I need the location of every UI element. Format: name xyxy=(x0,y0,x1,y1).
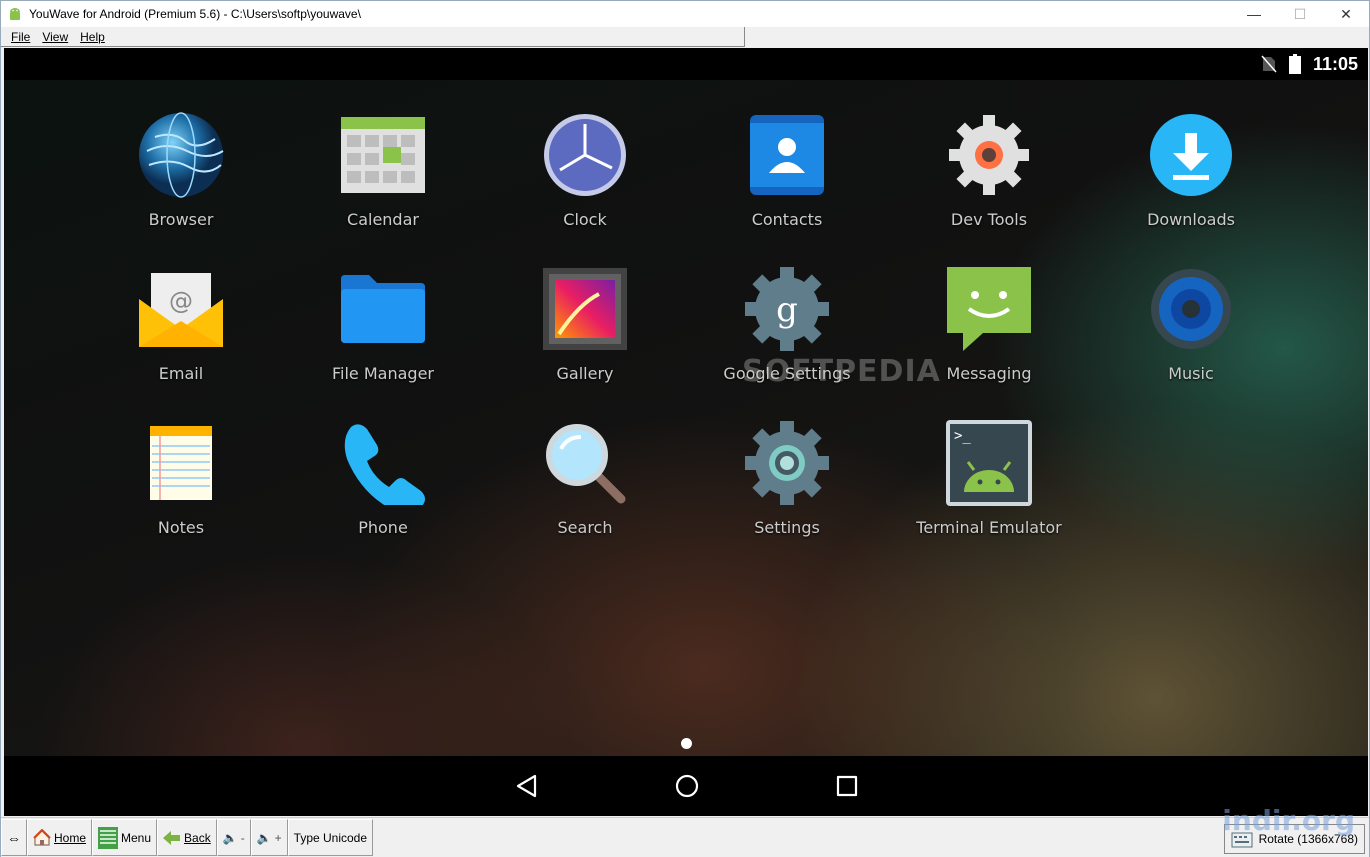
volume-up-label: + xyxy=(274,830,282,845)
google-gear-icon: g xyxy=(745,267,829,351)
app-label: Clock xyxy=(563,210,607,229)
calendar-icon xyxy=(341,117,425,193)
menu-label: Menu xyxy=(121,830,152,845)
type-unicode-label: Type Unicode xyxy=(293,830,368,845)
page-indicator xyxy=(681,738,692,749)
magnifier-icon xyxy=(546,424,626,504)
app-label: Settings xyxy=(754,518,820,537)
contacts-icon xyxy=(750,115,824,195)
resize-arrows-icon: ⇔ xyxy=(7,829,21,846)
notepad-icon xyxy=(150,426,212,500)
clock-icon xyxy=(544,114,626,196)
maximize-button[interactable]: ☐ xyxy=(1277,1,1323,27)
svg-text:g: g xyxy=(776,290,798,330)
volume-down-button[interactable]: 🔈 - xyxy=(216,819,251,856)
volume-up-button[interactable]: 🔈 + xyxy=(250,819,288,856)
app-gallery[interactable]: Gallery xyxy=(484,262,686,412)
nav-back-button[interactable] xyxy=(511,770,543,802)
speaker-icon: 🔈 xyxy=(222,830,238,845)
app-label: Phone xyxy=(358,518,408,537)
phone-icon xyxy=(344,424,425,505)
picture-icon xyxy=(543,268,627,350)
app-terminal-emulator[interactable]: >_ Terminal Emulator xyxy=(888,416,1090,566)
app-window: YouWave for Android (Premium 5.6) - C:\U… xyxy=(0,0,1370,857)
app-email[interactable]: @ Email xyxy=(80,262,282,412)
nav-recents-button[interactable] xyxy=(831,770,863,802)
recents-square-icon xyxy=(836,775,858,797)
house-icon xyxy=(33,828,51,846)
back-triangle-icon xyxy=(516,774,537,798)
app-search[interactable]: Search xyxy=(484,416,686,566)
app-notes[interactable]: Notes xyxy=(80,416,282,566)
app-calendar[interactable]: Calendar xyxy=(282,108,484,258)
app-label: Contacts xyxy=(751,210,823,229)
battery-icon xyxy=(1288,54,1301,74)
app-label: Gallery xyxy=(556,364,614,383)
home-circle-icon xyxy=(675,774,699,798)
app-downloads[interactable]: Downloads xyxy=(1090,108,1292,258)
terminal-android-icon: >_ xyxy=(946,420,1032,506)
app-label: Email xyxy=(158,364,204,383)
globe-icon xyxy=(139,112,224,198)
app-music[interactable]: Music xyxy=(1090,262,1292,412)
app-clock[interactable]: Clock xyxy=(484,108,686,258)
emulator-toolbar: ⇔ Home Menu Back 🔈 - 🔈 + Type Unicode Ro… xyxy=(1,804,1369,857)
app-dev-tools[interactable]: Dev Tools xyxy=(888,108,1090,258)
app-label: Downloads xyxy=(1147,210,1235,229)
app-label: Browser xyxy=(148,210,214,229)
minimize-button[interactable]: — xyxy=(1231,1,1277,27)
menu-help[interactable]: Help xyxy=(74,30,111,44)
android-app-icon xyxy=(10,8,20,20)
back-arrow-icon xyxy=(163,830,181,845)
app-google-settings[interactable]: g Google Settings xyxy=(686,262,888,412)
svg-text:@: @ xyxy=(169,287,193,315)
indir-watermark: indir.org xyxy=(1222,804,1355,837)
speaker-icon xyxy=(1151,269,1231,349)
app-label: Terminal Emulator xyxy=(916,518,1062,537)
menu-file[interactable]: File xyxy=(5,30,36,44)
back-label: Back xyxy=(184,830,211,845)
menu-button[interactable]: Menu xyxy=(92,819,158,856)
app-settings[interactable]: Settings xyxy=(686,416,888,566)
home-label: Home xyxy=(54,830,87,845)
volume-down-label: - xyxy=(240,830,245,845)
window-title: YouWave for Android (Premium 5.6) - C:\U… xyxy=(29,7,361,21)
no-sim-icon xyxy=(1261,55,1277,73)
app-label: Notes xyxy=(157,518,205,537)
envelope-icon: @ xyxy=(139,273,223,347)
gear-icon xyxy=(949,115,1029,195)
app-label: Calendar xyxy=(347,210,419,229)
close-button[interactable]: ✕ xyxy=(1323,1,1369,27)
settings-gear-icon xyxy=(745,421,829,505)
android-status-bar: 11:05 xyxy=(4,48,1368,80)
emulator-screen[interactable]: 11:05 Browser Calendar Clock Contacts De… xyxy=(4,48,1368,816)
softpedia-watermark: SOFTPEDIA xyxy=(742,354,941,389)
menu-list-icon xyxy=(98,826,119,849)
status-clock: 11:05 xyxy=(1312,53,1358,74)
app-file-manager[interactable]: File Manager xyxy=(282,262,484,412)
app-browser[interactable]: Browser xyxy=(80,108,282,258)
back-button[interactable]: Back xyxy=(157,819,217,856)
app-label: File Manager xyxy=(332,364,434,383)
app-phone[interactable]: Phone xyxy=(282,416,484,566)
type-unicode-button[interactable]: Type Unicode xyxy=(287,819,374,856)
app-messaging[interactable]: Messaging xyxy=(888,262,1090,412)
app-label: Dev Tools xyxy=(950,210,1028,229)
app-contacts[interactable]: Contacts xyxy=(686,108,888,258)
menu-view[interactable]: View xyxy=(36,30,74,44)
folder-icon xyxy=(341,275,425,343)
app-label: Messaging xyxy=(946,364,1032,383)
app-label: Search xyxy=(557,518,613,537)
svg-text:>_: >_ xyxy=(954,428,971,444)
title-bar: YouWave for Android (Premium 5.6) - C:\U… xyxy=(1,1,1369,27)
download-icon xyxy=(1150,114,1232,196)
android-nav-bar xyxy=(4,756,1368,816)
chat-bubble-icon xyxy=(947,267,1031,351)
resize-button[interactable]: ⇔ xyxy=(1,819,27,856)
speaker-icon: 🔈 xyxy=(256,830,272,845)
home-button[interactable]: Home xyxy=(27,819,93,856)
menu-bar: File View Help xyxy=(1,27,745,47)
nav-home-button[interactable] xyxy=(671,770,703,802)
app-label: Music xyxy=(1168,364,1214,383)
